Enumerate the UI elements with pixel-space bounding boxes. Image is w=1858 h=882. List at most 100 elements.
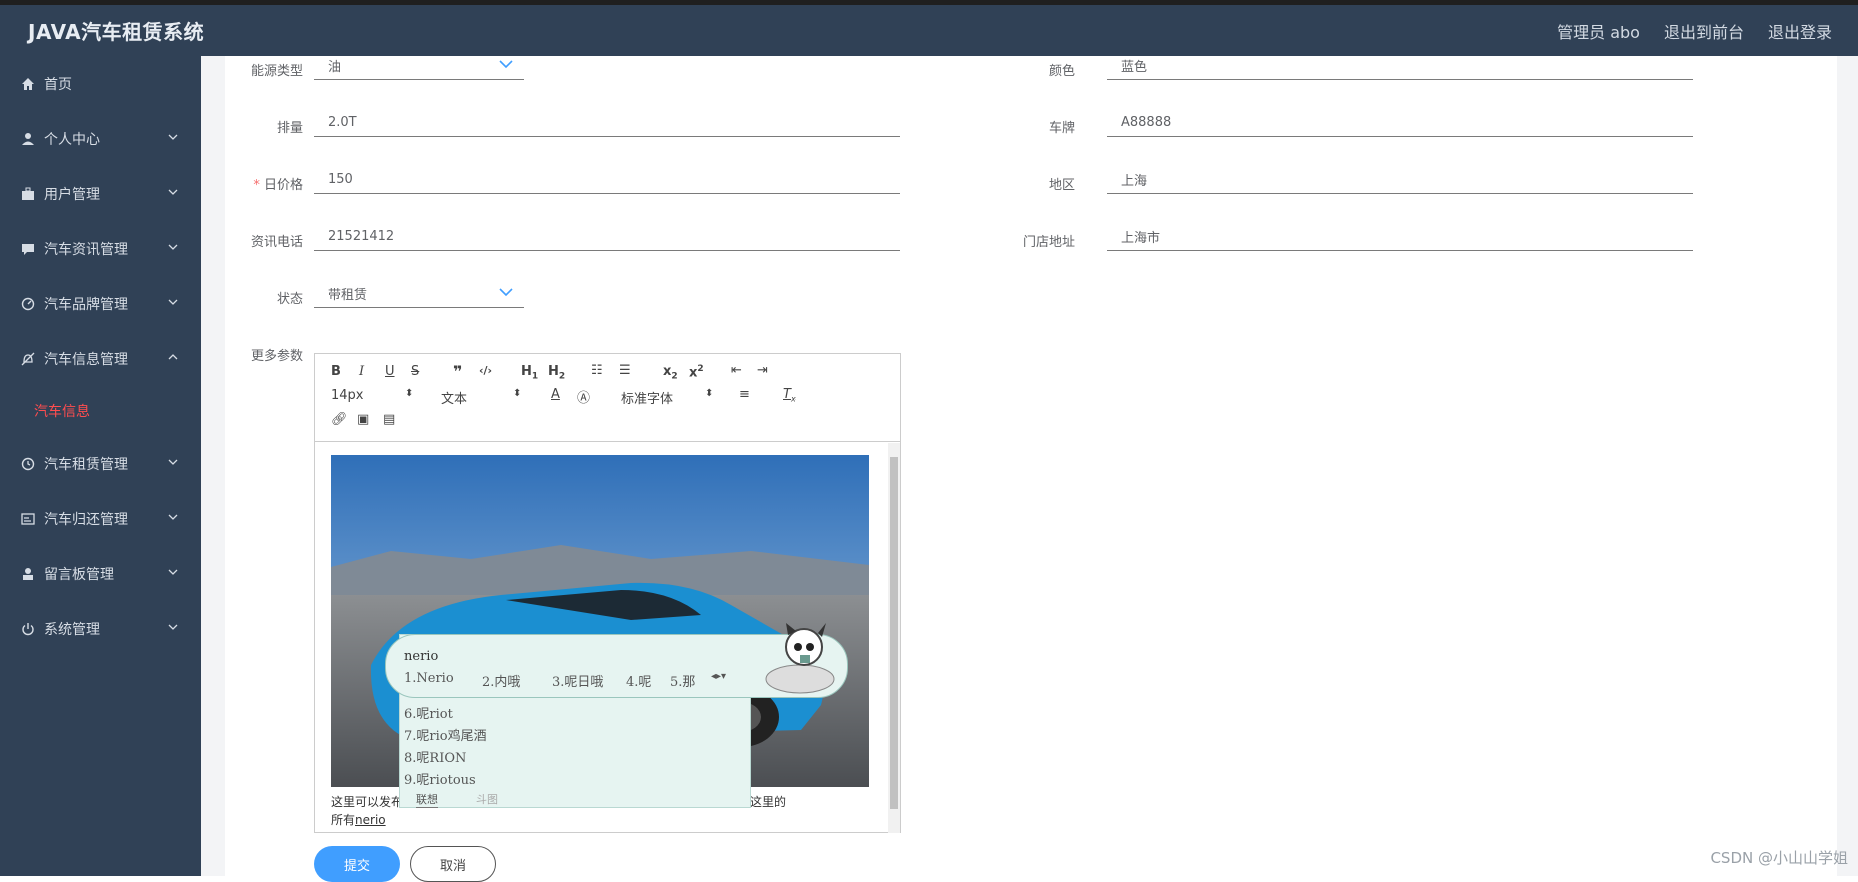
- ime-candidate[interactable]: 8.呢RION: [404, 747, 466, 766]
- energy-type-value: 油: [328, 56, 341, 75]
- sidebar-item-label: 个人中心: [44, 129, 100, 149]
- ime-candidate[interactable]: 6.呢riot: [404, 703, 453, 722]
- ime-tab-sticker[interactable]: 斗图: [476, 791, 498, 807]
- daily-price-label: * 日价格: [225, 174, 303, 193]
- sidebar-item-news[interactable]: 汽车资讯管理: [0, 221, 201, 276]
- person-icon: [20, 566, 36, 582]
- sidebar-item-label: 汽车信息管理: [44, 349, 128, 369]
- font-family-select[interactable]: 标准字体: [621, 388, 673, 407]
- ime-candidate[interactable]: 3.呢日哦: [552, 671, 603, 690]
- sidebar-item-brands[interactable]: 汽车品牌管理: [0, 276, 201, 331]
- displacement-label: 排量: [225, 117, 303, 136]
- ime-page-arrows-icon[interactable]: ◂▸▾: [711, 671, 726, 682]
- paragraph-select[interactable]: 文本: [441, 388, 467, 407]
- italic-button[interactable]: I: [359, 364, 364, 379]
- app-title: JAVA汽车租赁系统: [28, 16, 204, 45]
- sidebar-item-label: 用户管理: [44, 184, 100, 204]
- submenu-item-car-info[interactable]: 汽车信息: [0, 386, 201, 436]
- image-icon[interactable]: ▣: [357, 412, 369, 427]
- ime-candidate[interactable]: 5.那: [670, 671, 695, 690]
- bullet-list-icon[interactable]: ☰: [619, 363, 631, 378]
- superscript-button[interactable]: x2: [689, 364, 704, 380]
- ime-candidate[interactable]: 9.呢riotous: [404, 769, 476, 788]
- editor-toolbar: B I U S ❞ ‹/› H1 H2 ☷ ☰ x2 x2 ⇤ ⇥ 14px ⬍…: [315, 354, 900, 442]
- ime-composition: nerio: [404, 649, 438, 664]
- bold-button[interactable]: B: [331, 364, 341, 379]
- outdent-icon[interactable]: ⇤: [731, 363, 742, 378]
- h1-button[interactable]: H1: [521, 364, 538, 382]
- background-color-icon[interactable]: Ⓐ: [577, 387, 590, 406]
- chevron-down-icon: [167, 186, 179, 198]
- subscript-button[interactable]: x2: [663, 364, 678, 382]
- sidebar-item-personal[interactable]: 个人中心: [0, 111, 201, 166]
- store-address-input[interactable]: 上海市: [1107, 223, 1693, 251]
- sidebar-item-users[interactable]: 用户管理: [0, 166, 201, 221]
- sidebar-item-system[interactable]: 系统管理: [0, 601, 201, 656]
- bell-off-icon: [20, 351, 36, 367]
- sidebar: 首页 个人中心 用户管理 汽车资讯管理 汽车品牌管理 汽车信息管理 汽车信息 汽…: [0, 56, 201, 876]
- chat-icon: [20, 241, 36, 257]
- plate-label: 车牌: [1005, 117, 1075, 136]
- status-select[interactable]: 带租赁: [314, 280, 524, 308]
- text-color-button[interactable]: A: [551, 387, 560, 402]
- ime-tab-suggest[interactable]: 联想: [416, 791, 438, 808]
- admin-user-link[interactable]: 管理员 abo: [1557, 19, 1640, 43]
- chevron-down-icon: [167, 296, 179, 308]
- quote-icon[interactable]: ❞: [453, 362, 462, 381]
- ime-mascot-icon: [756, 623, 842, 697]
- user-icon: [20, 131, 36, 147]
- cancel-button[interactable]: 取消: [410, 846, 496, 882]
- store-address-label: 门店地址: [995, 231, 1075, 250]
- chevron-down-icon: [167, 241, 179, 253]
- chevron-down-icon: [498, 286, 514, 298]
- phone-input[interactable]: 21521412: [314, 223, 900, 251]
- underline-button[interactable]: U: [385, 364, 395, 379]
- chevron-down-icon: [167, 621, 179, 633]
- briefcase-icon: [20, 186, 36, 202]
- clear-format-icon[interactable]: Tx: [783, 387, 796, 404]
- daily-price-input[interactable]: 150: [314, 166, 900, 194]
- ime-candidate[interactable]: 2.内哦: [482, 671, 520, 690]
- code-icon[interactable]: ‹/›: [479, 364, 492, 377]
- font-size-select[interactable]: 14px: [331, 388, 364, 403]
- logout-link[interactable]: 退出登录: [1768, 19, 1832, 43]
- displacement-input[interactable]: 2.0T: [314, 109, 900, 137]
- sidebar-item-label: 汽车租赁管理: [44, 454, 128, 474]
- gauge-icon: [20, 296, 36, 312]
- h2-button[interactable]: H2: [548, 364, 565, 382]
- align-icon[interactable]: ≡: [739, 387, 750, 402]
- indent-icon[interactable]: ⇥: [757, 363, 768, 378]
- video-icon[interactable]: ▤: [383, 412, 395, 427]
- sidebar-item-messages[interactable]: 留言板管理: [0, 546, 201, 601]
- chevron-down-icon: [498, 58, 514, 70]
- sidebar-item-car-info[interactable]: 汽车信息管理: [0, 331, 201, 386]
- sidebar-item-label: 留言板管理: [44, 564, 114, 584]
- energy-type-select[interactable]: 油: [314, 52, 524, 80]
- region-input[interactable]: 上海: [1107, 166, 1693, 194]
- submit-button[interactable]: 提交: [314, 846, 400, 882]
- link-icon[interactable]: 🔗︎: [331, 412, 348, 427]
- plate-input[interactable]: A88888: [1107, 109, 1693, 137]
- editor-scrollbar[interactable]: [888, 443, 900, 833]
- font-family-arrows-icon: ⬍: [705, 388, 713, 399]
- status-label: 状态: [225, 288, 303, 307]
- power-icon: [20, 621, 36, 637]
- ime-candidate[interactable]: 4.呢: [626, 671, 651, 690]
- sidebar-item-home[interactable]: 首页: [0, 56, 201, 111]
- sidebar-item-return[interactable]: 汽车归还管理: [0, 491, 201, 546]
- chevron-down-icon: [167, 456, 179, 468]
- chevron-down-icon: [167, 566, 179, 578]
- color-input[interactable]: 蓝色: [1107, 52, 1693, 80]
- back-to-front-link[interactable]: 退出到前台: [1664, 19, 1744, 43]
- ordered-list-icon[interactable]: ☷: [591, 363, 603, 378]
- watermark: CSDN @小山山学姐: [1710, 847, 1848, 868]
- clock-icon: [20, 456, 36, 472]
- app-header: JAVA汽车租赁系统 管理员 abo 退出到前台 退出登录: [0, 5, 1858, 56]
- ime-input-bar: nerio 1.Nerio 2.内哦 3.呢日哦 4.呢 5.那 ◂▸▾: [385, 634, 848, 698]
- phone-label: 资讯电话: [225, 231, 303, 250]
- sidebar-item-label: 汽车归还管理: [44, 509, 128, 529]
- sidebar-item-rental[interactable]: 汽车租赁管理: [0, 436, 201, 491]
- strike-button[interactable]: S: [411, 364, 419, 379]
- ime-candidate[interactable]: 1.Nerio: [404, 671, 454, 686]
- ime-candidate[interactable]: 7.呢rio鸡尾酒: [404, 725, 487, 744]
